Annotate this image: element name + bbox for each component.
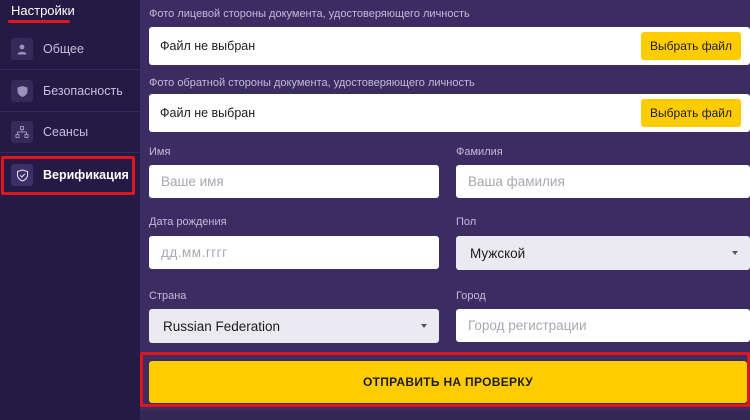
sidebar-item-sessions[interactable]: Сеансы [0, 112, 140, 152]
birth-date-input[interactable] [149, 236, 439, 269]
chevron-down-icon [732, 251, 738, 255]
first-name-label: Имя [149, 146, 171, 158]
last-name-input[interactable] [456, 165, 750, 198]
bottom-band [140, 410, 750, 420]
country-value: Russian Federation [163, 318, 281, 334]
sidebar-divider [0, 152, 140, 153]
shield-icon [11, 80, 33, 102]
front-photo-label: Фото лицевой стороны документа, удостове… [149, 8, 470, 20]
country-label: Страна [149, 290, 187, 302]
verification-form: Фото лицевой стороны документа, удостове… [140, 0, 750, 420]
first-name-input[interactable] [149, 165, 439, 198]
sidebar-divider [0, 69, 140, 70]
back-photo-choose-button[interactable]: Выбрать файл [641, 99, 741, 127]
chevron-down-icon [421, 324, 427, 328]
sidebar-item-general[interactable]: Общее [0, 29, 140, 69]
gender-label: Пол [456, 216, 477, 228]
sessions-icon [11, 121, 33, 143]
sidebar-item-security[interactable]: Безопасность [0, 71, 140, 111]
sidebar-item-label: Безопасность [43, 84, 123, 98]
back-photo-status: Файл не выбран [160, 106, 256, 120]
settings-sidebar: Настройки Общее Безопасность Сеансы Вери… [0, 0, 140, 420]
back-photo-file-field[interactable]: Файл не выбран Выбрать файл [149, 94, 750, 132]
shield-check-icon [11, 164, 33, 186]
front-photo-file-field[interactable]: Файл не выбран Выбрать файл [149, 27, 750, 65]
sidebar-item-label: Общее [43, 42, 84, 56]
gender-select[interactable]: Мужской [456, 236, 750, 270]
sidebar-item-label: Верификация [43, 168, 129, 182]
city-label: Город [456, 290, 486, 302]
app: Настройки Общее Безопасность Сеансы Вери… [0, 0, 750, 420]
submit-button[interactable]: ОТПРАВИТЬ НА ПРОВЕРКУ [149, 361, 747, 403]
back-photo-label: Фото обратной стороны документа, удостов… [149, 77, 475, 89]
last-name-label: Фамилия [456, 146, 503, 158]
front-photo-choose-button[interactable]: Выбрать файл [641, 32, 741, 60]
birth-date-label: Дата рождения [149, 216, 227, 228]
user-icon [11, 38, 33, 60]
city-input[interactable] [456, 309, 750, 342]
sidebar-title-underline [8, 20, 70, 23]
front-photo-status: Файл не выбран [160, 39, 256, 53]
country-select[interactable]: Russian Federation [149, 309, 439, 343]
sidebar-item-verification[interactable]: Верификация [0, 155, 140, 195]
sidebar-title: Настройки [11, 3, 75, 18]
sidebar-item-label: Сеансы [43, 125, 89, 139]
gender-value: Мужской [470, 245, 526, 261]
